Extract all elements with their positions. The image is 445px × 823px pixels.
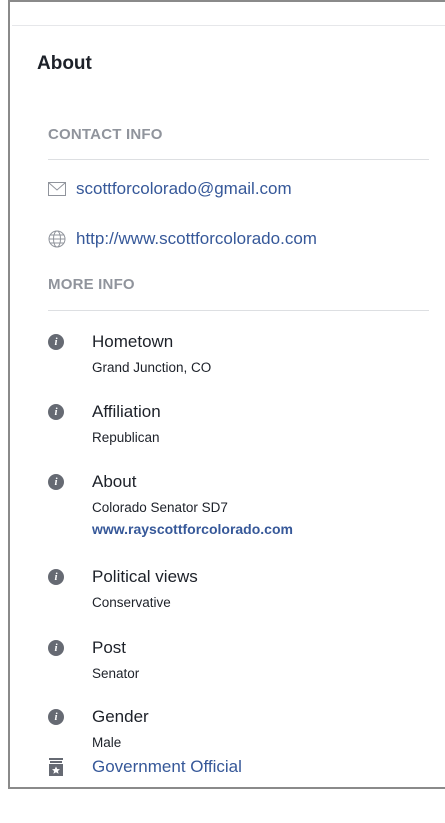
info-value: Male — [92, 735, 122, 750]
more-info-divider — [48, 310, 429, 311]
info-icon: i — [48, 640, 64, 656]
info-icon: i — [48, 474, 64, 490]
about-title: About — [37, 53, 92, 74]
info-label: Gender — [92, 707, 149, 726]
more-info-header: MORE INFO — [48, 276, 135, 293]
category-text[interactable]: Government Official — [92, 757, 242, 777]
building-icon — [48, 758, 64, 776]
info-icon: i — [48, 709, 64, 725]
about-panel: About CONTACT INFO scottforcolorado@gmai… — [8, 0, 445, 789]
website-text[interactable]: http://www.scottforcolorado.com — [76, 229, 317, 249]
info-label: Post — [92, 638, 127, 657]
info-label: Hometown — [92, 332, 174, 351]
info-icon: i — [48, 334, 64, 350]
info-icon: i — [48, 404, 64, 420]
envelope-icon — [48, 180, 66, 198]
top-divider — [12, 25, 445, 26]
info-label: About — [92, 472, 137, 491]
email-link[interactable]: scottforcolorado@gmail.com — [48, 179, 292, 199]
contact-info-header: CONTACT INFO — [48, 126, 163, 143]
info-value: Conservative — [92, 595, 171, 610]
email-text[interactable]: scottforcolorado@gmail.com — [76, 179, 292, 199]
info-icon: i — [48, 569, 64, 585]
info-value: Colorado Senator SD7 — [92, 500, 228, 515]
contact-info-divider — [48, 159, 429, 160]
info-value: Senator — [92, 666, 140, 681]
globe-icon — [48, 230, 66, 248]
info-value: Grand Junction, CO — [92, 360, 212, 375]
info-value: Republican — [92, 430, 160, 445]
category-link[interactable]: Government Official — [48, 757, 242, 777]
website-link[interactable]: http://www.scottforcolorado.com — [48, 229, 317, 249]
about-website-link[interactable]: www.rayscottforcolorado.com — [92, 521, 293, 537]
info-label: Affiliation — [92, 402, 161, 421]
info-label: Political views — [92, 567, 198, 586]
